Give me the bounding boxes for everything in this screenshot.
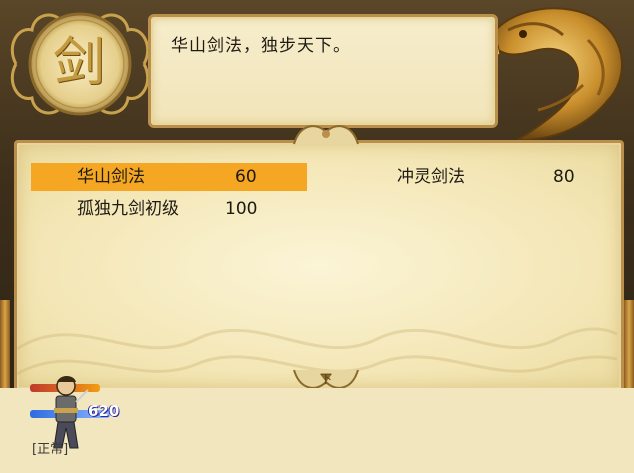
player-status-bar (0, 388, 634, 473)
scroll-up-ornament-icon (293, 125, 359, 145)
skill-name: 孤独九剑初级 (77, 199, 179, 219)
skill-item-chongling[interactable]: 冲灵剑法 80 (397, 163, 597, 191)
skill-level: 80 (553, 167, 575, 187)
hp-value: 620 (88, 402, 120, 420)
skill-name: 冲灵剑法 (397, 167, 465, 187)
skill-item-dugu[interactable]: 孤独九剑初级 100 (31, 195, 307, 223)
skill-name: 华山剑法 (77, 167, 145, 187)
game-screen: 剑 华山剑法，独步天下。 华山剑法 60 冲灵剑法 80 孤独九剑初级 100 … (0, 0, 634, 473)
skill-level: 100 (225, 199, 258, 219)
skill-level: 60 (235, 167, 257, 187)
skill-description-panel: 华山剑法，独步天下。 (148, 14, 498, 128)
scroll-down-label: 下 (320, 372, 333, 386)
emblem-char: 剑 (52, 33, 105, 93)
player-status-label: [正常] (32, 442, 69, 457)
skill-item-huashan[interactable]: 华山剑法 60 (31, 163, 307, 191)
skill-list-panel: 华山剑法 60 冲灵剑法 80 孤独九剑初级 100 (14, 140, 624, 392)
skill-description-text: 华山剑法，独步天下。 (171, 36, 351, 56)
dragon-decoration-icon (484, 7, 623, 142)
